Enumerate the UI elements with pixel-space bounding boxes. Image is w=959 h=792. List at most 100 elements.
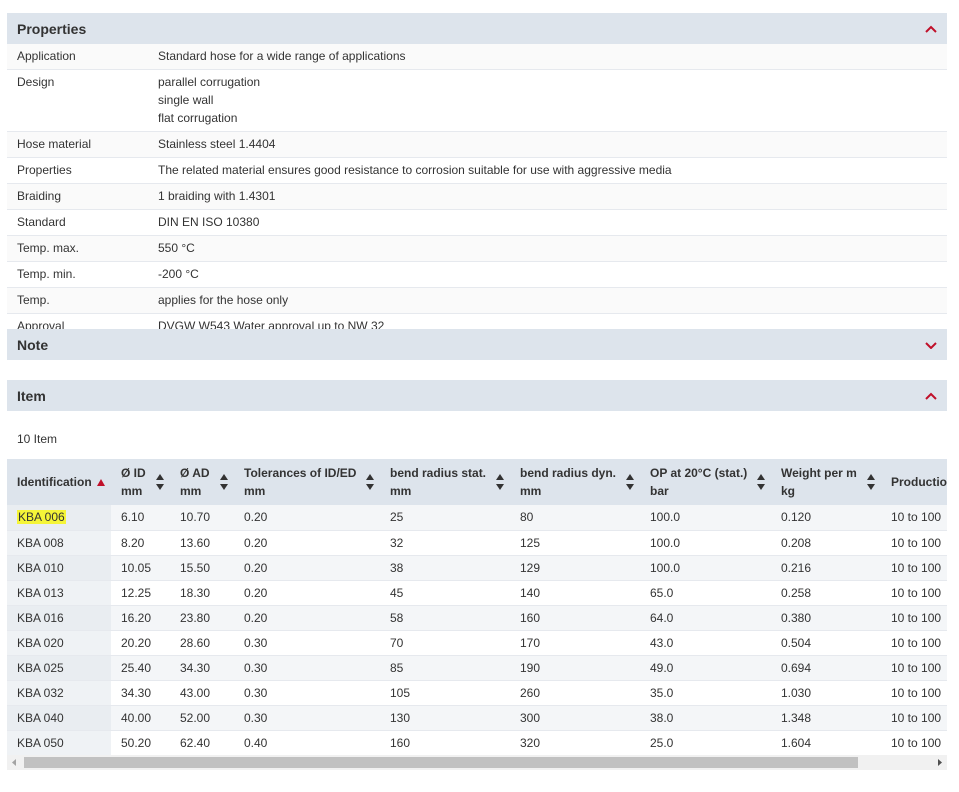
column-header[interactable]: Tolerances of ID/ED mm xyxy=(234,459,380,505)
property-value-line: Stainless steel 1.4404 xyxy=(158,137,276,151)
chevron-down-icon[interactable] xyxy=(925,341,937,349)
item-id-cell[interactable]: KBA 016 xyxy=(7,605,111,630)
column-header-label: Weight per m kg xyxy=(781,466,857,498)
properties-section-header[interactable]: Properties xyxy=(7,13,947,44)
scroll-right-icon[interactable] xyxy=(935,758,944,767)
chevron-up-icon[interactable] xyxy=(925,25,937,33)
property-row: Temp. applies for the hose only xyxy=(7,288,947,314)
property-value: applies for the hose only xyxy=(148,288,947,313)
sort-arrows-icon[interactable] xyxy=(496,474,504,490)
property-key: Standard xyxy=(17,215,66,229)
column-header[interactable]: bend radius stat. mm xyxy=(380,459,510,505)
item-id-cell[interactable]: KBA 008 xyxy=(7,530,111,555)
table-cell: 18.30 xyxy=(180,585,211,600)
sort-arrows-icon[interactable] xyxy=(366,474,374,490)
table-row[interactable]: KBA 008 8.20 13.60 0.20 32 125 100.0 0.208 10 to… xyxy=(7,530,947,555)
property-value: Standard hose for a wide range of applic… xyxy=(148,44,947,69)
column-header-label: Ø ID mm xyxy=(121,466,146,498)
scrollbar-thumb[interactable] xyxy=(24,757,858,768)
table-cell: 0.20 xyxy=(244,510,268,525)
scroll-left-icon[interactable] xyxy=(10,758,19,767)
table-row[interactable]: KBA 040 40.00 52.00 0.30 130 300 38.0 1.348 10 t… xyxy=(7,705,947,730)
sort-asc-icon[interactable] xyxy=(97,478,105,486)
item-id-cell[interactable]: KBA 025 xyxy=(7,655,111,680)
table-cell: 10 to 100 xyxy=(891,660,942,675)
property-row: Braiding 1 braiding with 1.4301 xyxy=(7,184,947,210)
table-cell: 15.50 xyxy=(180,560,211,575)
table-cell: 0.216 xyxy=(781,560,812,575)
table-cell: 49.0 xyxy=(650,660,674,675)
table-cell: 170 xyxy=(520,635,541,650)
table-cell: 85 xyxy=(390,660,404,675)
item-count: 10 Item xyxy=(17,432,58,446)
table-cell: 100.0 xyxy=(650,535,681,550)
table-cell: 10.70 xyxy=(180,510,211,525)
table-cell: 25.0 xyxy=(650,735,674,750)
property-value-line: 1 braiding with 1.4301 xyxy=(158,189,276,203)
column-header[interactable]: OP at 20°C (stat.) bar xyxy=(640,459,771,505)
table-cell: 64.0 xyxy=(650,610,674,625)
item-id-cell[interactable]: KBA 040 xyxy=(7,705,111,730)
item-id-cell[interactable]: KBA 006 xyxy=(7,505,111,530)
table-cell: 45 xyxy=(390,585,404,600)
table-row[interactable]: KBA 016 16.20 23.80 0.20 58 160 64.0 0.380 10 to… xyxy=(7,605,947,630)
table-cell: 10 to 100 xyxy=(891,585,942,600)
table-cell: 0.504 xyxy=(781,635,812,650)
table-cell: 1.348 xyxy=(781,710,812,725)
item-title: Item xyxy=(17,387,46,404)
property-value: 550 °C xyxy=(148,236,947,261)
table-cell: 20.20 xyxy=(121,635,152,650)
table-cell: 65.0 xyxy=(650,585,674,600)
column-header[interactable]: Ø ID mm xyxy=(111,459,170,505)
table-cell: 62.40 xyxy=(180,735,211,750)
table-cell: 10 to 100 xyxy=(891,610,942,625)
table-row[interactable]: KBA 032 34.30 43.00 0.30 105 260 35.0 1.030 10 t… xyxy=(7,680,947,705)
table-row[interactable]: KBA 020 20.20 28.60 0.30 70 170 43.0 0.504 10 to… xyxy=(7,630,947,655)
table-row[interactable]: KBA 050 50.20 62.40 0.40 160 320 25.0 1.604 10 t… xyxy=(7,730,947,755)
sort-arrows-icon[interactable] xyxy=(757,474,765,490)
table-cell: 13.60 xyxy=(180,535,211,550)
table-cell: 125 xyxy=(520,535,541,550)
table-cell: 160 xyxy=(520,610,541,625)
item-table: Identification Ø ID mm Ø AD mm Tolerances of … xyxy=(7,459,947,755)
column-header[interactable]: Weight per m kg xyxy=(771,459,881,505)
sort-arrows-icon[interactable] xyxy=(220,474,228,490)
table-body: KBA 006 6.10 10.70 0.20 25 80 100.0 0.120 10 to … xyxy=(7,505,947,755)
table-row[interactable]: KBA 010 10.05 15.50 0.20 38 129 100.0 0.216 10 t… xyxy=(7,555,947,580)
horizontal-scrollbar[interactable] xyxy=(7,755,947,770)
chevron-up-icon[interactable] xyxy=(925,392,937,400)
property-key: Properties xyxy=(17,163,72,177)
property-value-line: flat corrugation xyxy=(158,111,238,125)
column-header-label: bend radius stat. mm xyxy=(390,466,487,498)
table-cell: 0.258 xyxy=(781,585,812,600)
property-key: Temp. max. xyxy=(17,241,80,255)
table-row[interactable]: KBA 025 25.40 34.30 0.30 85 190 49.0 0.694 10 to… xyxy=(7,655,947,680)
column-header[interactable]: Identification xyxy=(7,459,111,505)
column-header[interactable]: bend radius dyn. mm xyxy=(510,459,640,505)
column-header-label: Ø AD mm xyxy=(180,466,210,498)
table-cell: 129 xyxy=(520,560,541,575)
table-cell: 260 xyxy=(520,685,541,700)
table-cell: 10 to 100 xyxy=(891,535,942,550)
column-header[interactable]: Productio xyxy=(881,459,947,505)
item-id-cell[interactable]: KBA 020 xyxy=(7,630,111,655)
table-cell: 0.30 xyxy=(244,635,268,650)
note-section-header[interactable]: Note xyxy=(7,329,947,360)
item-section-header[interactable]: Item xyxy=(7,380,947,411)
sort-arrows-icon[interactable] xyxy=(626,474,634,490)
item-id-cell[interactable]: KBA 013 xyxy=(7,580,111,605)
table-cell: 0.120 xyxy=(781,510,812,525)
column-header-label: OP at 20°C (stat.) bar xyxy=(650,466,748,498)
column-header[interactable]: Ø AD mm xyxy=(170,459,234,505)
sort-arrows-icon[interactable] xyxy=(156,474,164,490)
item-id-cell[interactable]: KBA 050 xyxy=(7,730,111,755)
table-row[interactable]: KBA 006 6.10 10.70 0.20 25 80 100.0 0.120 10 to … xyxy=(7,505,947,530)
table-cell: 10.05 xyxy=(121,560,152,575)
item-id-cell[interactable]: KBA 010 xyxy=(7,555,111,580)
table-row[interactable]: KBA 013 12.25 18.30 0.20 45 140 65.0 0.258 10 to… xyxy=(7,580,947,605)
sort-arrows-icon[interactable] xyxy=(867,474,875,490)
item-id-cell[interactable]: KBA 032 xyxy=(7,680,111,705)
property-key: Temp. min. xyxy=(17,267,76,281)
table-cell: 25.40 xyxy=(121,660,152,675)
note-title: Note xyxy=(17,336,49,353)
